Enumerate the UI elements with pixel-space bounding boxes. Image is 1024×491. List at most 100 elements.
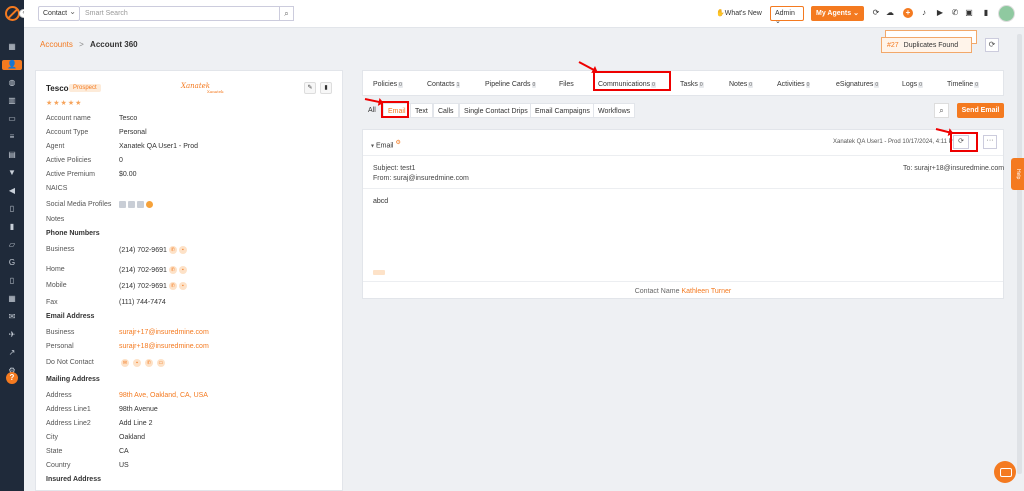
search-icon[interactable]: ⌕ xyxy=(934,103,949,118)
dnc-call-icon[interactable]: ✆ xyxy=(144,359,153,367)
duplicates-found-button[interactable]: #27 Duplicates Found xyxy=(881,37,972,53)
tab-activities[interactable]: Activities 0 xyxy=(777,81,811,88)
collapse-toggle-icon[interactable]: ▾ xyxy=(371,143,374,149)
contact-name-link[interactable]: Kathleen Turner xyxy=(681,288,731,295)
tab-policies[interactable]: Policies 0 xyxy=(373,81,403,88)
tab-contacts[interactable]: Contacts 1 xyxy=(427,81,461,88)
grid-icon[interactable]: ▦ xyxy=(6,294,18,304)
list-icon[interactable]: ≡ xyxy=(6,132,18,142)
subtab-email-campaigns[interactable]: Email Campaigns xyxy=(530,103,595,118)
delete-icon[interactable]: ▮ xyxy=(320,82,332,94)
globe-icon[interactable] xyxy=(146,201,153,208)
question-icon[interactable]: ? xyxy=(6,372,18,384)
tab-esignatures[interactable]: eSignatures 0 xyxy=(836,81,880,88)
tab-logs[interactable]: Logs 0 xyxy=(902,81,923,88)
phone-number[interactable]: (214) 702-9691 xyxy=(119,267,167,274)
tab-label: Files xyxy=(559,81,574,88)
subtab-single-contact-drips[interactable]: Single Contact Drips xyxy=(459,103,533,118)
calendar-icon[interactable]: ▤ xyxy=(6,150,18,160)
tab-notes[interactable]: Notes 0 xyxy=(729,81,754,88)
address-link[interactable]: 98th Ave, Oakland, CA, USA xyxy=(119,392,208,399)
search-icon[interactable]: ⌕ xyxy=(279,6,294,21)
tab-tasks[interactable]: Tasks 0 xyxy=(680,81,704,88)
tab-timeline[interactable]: Timeline 0 xyxy=(947,81,979,88)
sms-icon[interactable]: ▪ xyxy=(178,266,187,274)
facebook-icon[interactable] xyxy=(128,201,135,208)
tab-files[interactable]: Files xyxy=(559,81,574,88)
subtab-workflows[interactable]: Workflows xyxy=(593,103,636,118)
email-link[interactable]: surajr+18@insuredmine.com xyxy=(119,343,209,350)
call-icon[interactable]: ✆ xyxy=(168,246,177,254)
google-icon[interactable]: G xyxy=(6,258,18,268)
duplicates-count: #27 xyxy=(887,42,899,49)
gear-icon[interactable]: ⚙ xyxy=(395,140,400,146)
chat-icon[interactable] xyxy=(994,461,1016,483)
send-email-button[interactable]: Send Email xyxy=(957,103,1004,118)
chip-icon[interactable]: ▣ xyxy=(964,8,974,18)
bar-chart-icon[interactable]: ▮ xyxy=(6,222,18,232)
whats-new-link[interactable]: ✋What's New xyxy=(716,9,762,17)
dashboard-icon[interactable]: ▦ xyxy=(6,42,18,52)
tab-pipeline-cards[interactable]: Pipeline Cards 0 xyxy=(485,81,537,88)
page-scrollbar[interactable] xyxy=(1017,34,1022,474)
field-value: Add Line 2 xyxy=(119,420,153,427)
app-logo[interactable] xyxy=(5,6,20,21)
mail-icon[interactable]: ✉ xyxy=(6,312,18,322)
email-card-header[interactable]: ▾ Email ⚙ Xanatek QA User1 - Prod 10/17/… xyxy=(363,130,1003,156)
field-label: Fax xyxy=(46,299,58,306)
edit-icon[interactable]: ✎ xyxy=(304,82,316,94)
user-avatar[interactable] xyxy=(998,5,1015,22)
document-icon[interactable]: ▯ xyxy=(6,276,18,286)
book-icon[interactable]: ▯ xyxy=(6,204,18,214)
phone-icon[interactable]: ✆ xyxy=(950,8,960,18)
search-scope-select[interactable]: Contact xyxy=(38,6,80,21)
plane-icon[interactable]: ✈ xyxy=(6,330,18,340)
field-label: Active Premium xyxy=(46,171,96,178)
sms-icon[interactable]: ▪ xyxy=(178,246,187,254)
do-not-contact: Do Not Contact ✉ ▪ ✆ ▭ xyxy=(46,359,165,367)
contacts-icon[interactable]: ◍ xyxy=(6,78,18,88)
dnc-mail-icon[interactable]: ▭ xyxy=(156,359,165,367)
attachment-tag[interactable] xyxy=(373,270,385,275)
email-more-button[interactable]: ··· xyxy=(983,135,997,149)
video-icon[interactable]: ▶ xyxy=(935,8,945,18)
funnel-icon[interactable]: ▼ xyxy=(6,168,18,178)
megaphone-icon[interactable]: ◀ xyxy=(6,186,18,196)
trash-icon[interactable]: ▮ xyxy=(981,8,991,18)
email-contact-footer: Contact Name Kathleen Turner xyxy=(363,288,1003,295)
sms-icon[interactable]: ▪ xyxy=(178,282,187,290)
rating-stars[interactable]: ★★★★★ xyxy=(46,99,82,107)
dnc-sms-icon[interactable]: ▪ xyxy=(132,359,141,367)
highlight-refresh xyxy=(950,132,978,152)
linkedin-icon[interactable] xyxy=(119,201,126,208)
accounts-icon[interactable]: 👤 xyxy=(2,60,22,70)
company-logo: Xanatek Xanatek xyxy=(181,82,224,94)
add-icon[interactable]: + xyxy=(903,8,913,18)
my-agents-button[interactable]: My Agents ⌄ xyxy=(811,6,864,21)
dnc-email-icon[interactable]: ✉ xyxy=(121,359,129,367)
trend-icon[interactable]: ↗ xyxy=(6,348,18,358)
call-icon[interactable]: ✆ xyxy=(168,282,177,290)
subtab-text[interactable]: Text xyxy=(410,103,433,118)
phone-mobile: Mobile (214) 702-9691 ✆ ▪ xyxy=(46,282,187,290)
help-side-tab[interactable]: Help xyxy=(1011,158,1024,190)
bell-icon[interactable]: ♪ xyxy=(919,8,929,18)
field-label: Notes xyxy=(46,216,65,223)
page-refresh-button[interactable]: ⟳ xyxy=(985,38,999,52)
phone-number[interactable]: (214) 702-9691 xyxy=(119,247,167,254)
twitter-icon[interactable] xyxy=(137,201,144,208)
subtab-calls[interactable]: Calls xyxy=(433,103,459,118)
smart-search-input[interactable]: Smart Search xyxy=(80,6,280,21)
email-card-title[interactable]: ▾ Email ⚙ xyxy=(371,139,401,149)
folder-icon[interactable]: ▱ xyxy=(6,240,18,250)
building-icon[interactable]: ▥ xyxy=(6,96,18,106)
call-icon[interactable]: ✆ xyxy=(168,266,177,274)
phone-number[interactable]: (214) 702-9691 xyxy=(119,283,167,290)
cloud-icon[interactable]: ☁ xyxy=(885,8,895,18)
role-select[interactable]: Admin ⌄ xyxy=(770,6,804,25)
sync-icon[interactable]: ⟳ xyxy=(871,8,881,18)
email-link[interactable]: surajr+17@insuredmine.com xyxy=(119,329,209,336)
card-icon[interactable]: ▭ xyxy=(6,114,18,124)
phone-value: (214) 702-9691 ✆ ▪ xyxy=(119,282,187,290)
breadcrumb-accounts[interactable]: Accounts xyxy=(40,40,73,49)
